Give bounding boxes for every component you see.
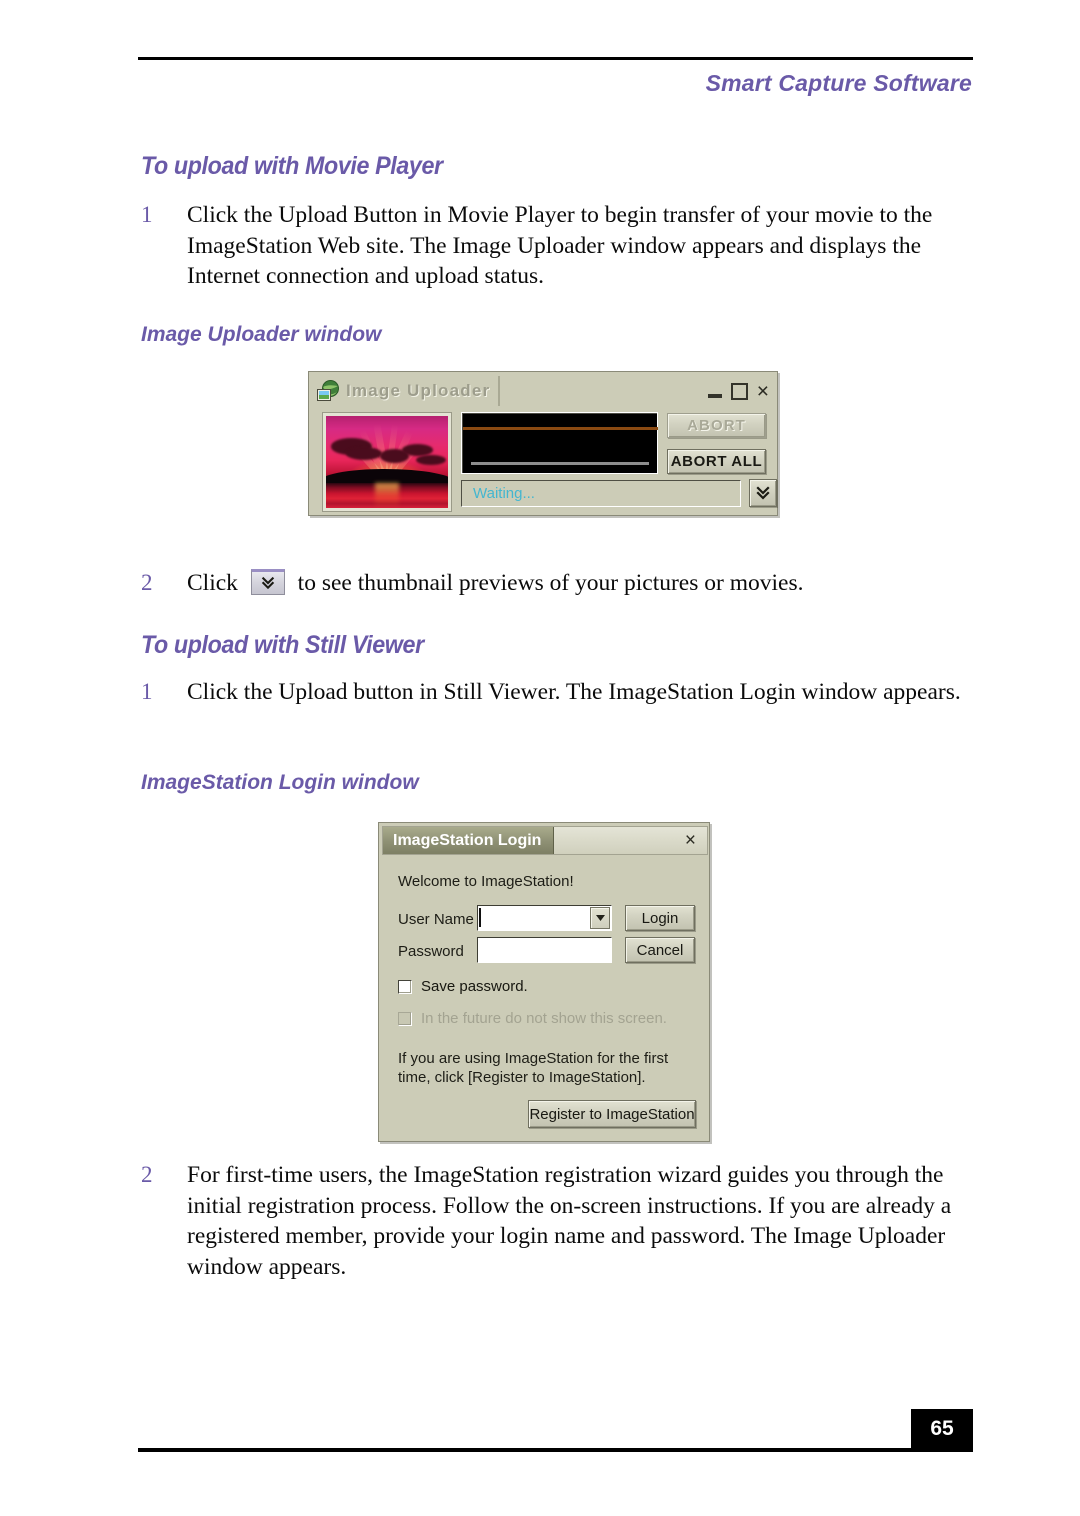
section-heading-movie-player: To upload with Movie Player xyxy=(141,152,443,180)
uploader-title-bar: Image Uploader × xyxy=(313,376,775,406)
imagestation-login-window: ImageStation Login × Welcome to ImageSta… xyxy=(378,822,710,1142)
progress-bar-primary xyxy=(463,427,658,430)
thumbnail-image xyxy=(326,416,448,508)
save-password-checkbox[interactable]: Save password. xyxy=(398,978,528,995)
checkbox-box xyxy=(398,979,412,994)
uploader-title-text: Image Uploader xyxy=(346,381,491,400)
step-number: 1 xyxy=(141,202,153,227)
checkbox-box xyxy=(398,1011,412,1026)
login-button[interactable]: Login xyxy=(625,905,695,931)
do-not-show-checkbox: In the future do not show this screen. xyxy=(398,1010,667,1027)
sunset-photo-thumbnail[interactable] xyxy=(322,412,452,512)
cancel-button[interactable]: Cancel xyxy=(625,937,695,963)
password-input[interactable] xyxy=(477,937,612,963)
step-text: For first-time users, the ImageStation r… xyxy=(187,1162,952,1280)
step-text: Click the Upload Button in Movie Player … xyxy=(187,202,933,289)
close-icon[interactable]: × xyxy=(757,381,769,402)
login-form: Welcome to ImageStation! User Name Passw… xyxy=(382,857,708,1140)
progress-bar-secondary xyxy=(471,462,649,465)
status-text: Waiting... xyxy=(473,485,535,502)
minimize-icon[interactable] xyxy=(707,393,722,398)
window-controls: × xyxy=(707,381,775,402)
password-label: Password xyxy=(398,943,464,960)
close-icon[interactable]: × xyxy=(685,827,707,854)
chevron-double-down-icon[interactable] xyxy=(250,569,285,595)
subheading-image-uploader-window: Image Uploader window xyxy=(141,323,382,346)
step-text: Click the Upload button in Still Viewer.… xyxy=(187,679,961,705)
step-number: 2 xyxy=(141,570,153,595)
step-text: Click to see thumbnail previews of your … xyxy=(187,568,803,599)
user-name-label: User Name xyxy=(398,911,474,928)
text-cursor xyxy=(479,908,481,927)
login-title-text: ImageStation Login xyxy=(383,827,555,854)
step-1-movie-player: 1 Click the Upload Button in Movie Playe… xyxy=(141,200,971,292)
step-text-after: to see thumbnail previews of your pictur… xyxy=(297,570,804,596)
upload-progress-panel xyxy=(461,412,658,474)
welcome-message: Welcome to ImageStation! xyxy=(398,873,574,890)
step-1-still-viewer: 1 Click the Upload button in Still Viewe… xyxy=(141,677,971,708)
chevron-down-icon[interactable] xyxy=(590,907,610,929)
image-uploader-window: Image Uploader × ABORT ABORT ALL Waiting… xyxy=(308,371,778,516)
login-title-bar: ImageStation Login × xyxy=(382,826,708,855)
header-rule xyxy=(138,57,973,60)
register-button[interactable]: Register to ImageStation xyxy=(528,1100,696,1128)
register-hint-text: If you are using ImageStation for the fi… xyxy=(398,1050,669,1086)
checkbox-label: Save password. xyxy=(421,978,528,995)
step-number: 2 xyxy=(141,1162,153,1187)
step-2-movie-player: 2 Click to see thumbnail previews of you… xyxy=(141,568,971,599)
step-number: 1 xyxy=(141,679,153,704)
step-text-before: Click xyxy=(187,570,238,596)
footer-rule xyxy=(138,1448,973,1452)
page-number: 65 xyxy=(911,1409,973,1448)
maximize-icon[interactable] xyxy=(730,382,748,400)
uploader-title-tab: Image Uploader xyxy=(313,376,501,406)
user-name-combobox[interactable] xyxy=(477,905,612,931)
globe-photo-icon xyxy=(316,379,340,403)
section-heading-still-viewer: To upload with Still Viewer xyxy=(141,631,424,659)
chevron-double-down-icon xyxy=(756,486,770,500)
abort-button[interactable]: ABORT xyxy=(667,413,766,438)
subheading-imagestation-login-window: ImageStation Login window xyxy=(141,771,419,794)
expand-thumbnails-button[interactable] xyxy=(749,479,777,507)
running-head: Smart Capture Software xyxy=(705,70,972,96)
abort-all-button[interactable]: ABORT ALL xyxy=(667,449,766,474)
checkbox-label: In the future do not show this screen. xyxy=(421,1010,667,1027)
status-field: Waiting... xyxy=(461,480,741,507)
step-2-still-viewer: 2 For first-time users, the ImageStation… xyxy=(141,1160,971,1282)
